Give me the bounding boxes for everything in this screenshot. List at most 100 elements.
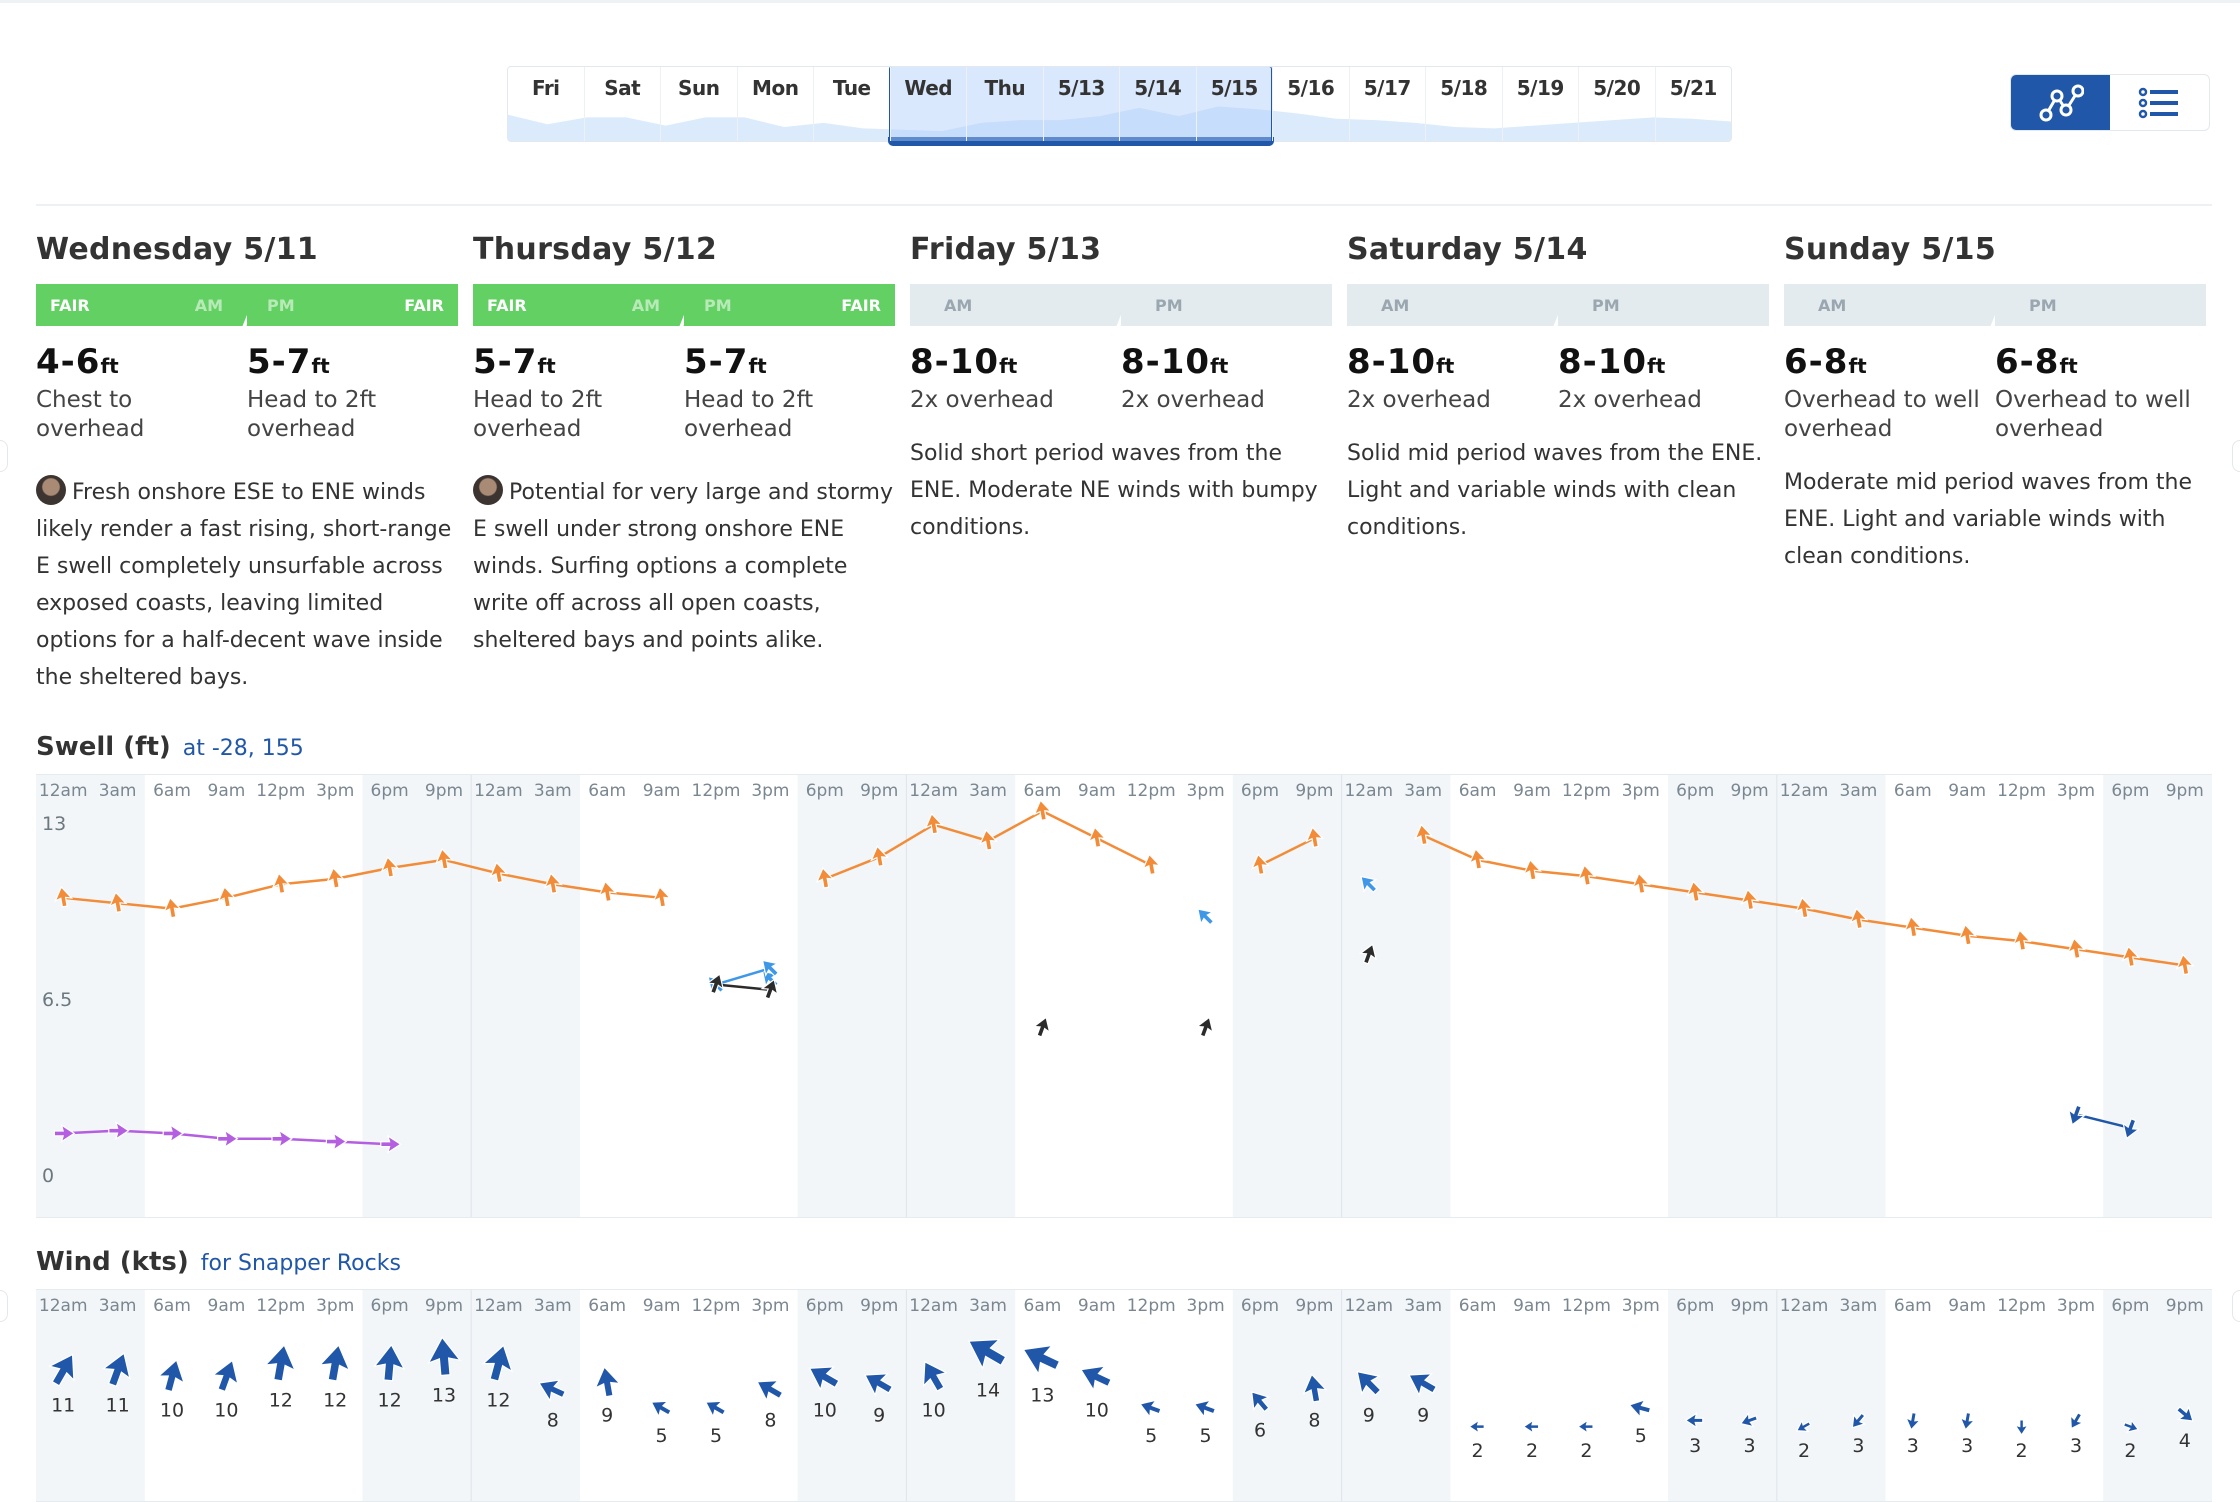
- report-text: Solid mid period waves from the ENE. Lig…: [1347, 441, 1763, 540]
- time-tick-label: 6pm: [371, 781, 409, 801]
- wind-speed-label: 3: [1961, 1435, 1973, 1457]
- time-tick-label: 6am: [588, 781, 626, 801]
- time-tick-label: 12am: [909, 1296, 958, 1316]
- time-tick-label: 6pm: [806, 1296, 844, 1316]
- night-shade: [2103, 1289, 2212, 1502]
- time-tick-label: 9am: [1513, 781, 1551, 801]
- height-unit: ft: [537, 354, 556, 378]
- day-selector[interactable]: Fri Sat Sun Mon Tue Wed Thu 5/13 5/14 5/15 5/16 5/1…: [507, 66, 1732, 142]
- swell-arrow-icon: [1033, 799, 1053, 821]
- am-height: 6-8ft Overhead to well overhead: [1784, 342, 1995, 444]
- night-shade: [1776, 1289, 1886, 1502]
- wind-speed-label: 14: [976, 1379, 1000, 1401]
- time-tick-label: 3am: [534, 781, 572, 801]
- scroll-left-handle[interactable]: [0, 440, 8, 472]
- wind-speed-label: 8: [1308, 1410, 1320, 1432]
- night-shade: [1341, 1289, 1451, 1502]
- scroll-right-handle-2[interactable]: [2232, 1290, 2240, 1322]
- day-tab[interactable]: 5/19: [1503, 67, 1579, 141]
- time-tick-label: 3pm: [2057, 1296, 2095, 1316]
- time-tick-label: 3am: [1404, 781, 1442, 801]
- am-height-range: 4-6: [36, 342, 101, 382]
- wind-speed-label: 10: [922, 1400, 946, 1422]
- wind-speed-label: 2: [1472, 1440, 1484, 1462]
- swell-location-link[interactable]: at -28, 155: [183, 736, 304, 761]
- day-tab[interactable]: 5/14: [1120, 67, 1197, 141]
- forecast-report: Fresh onshore ESE to ENE winds likely re…: [36, 474, 458, 696]
- night-shade: [1232, 774, 1342, 1218]
- pm-height: 8-10ft 2x overhead: [1121, 342, 1332, 415]
- rating-bar: FAIR AM PM FAIR: [36, 282, 458, 328]
- time-tick-label: 3pm: [751, 1296, 789, 1316]
- day-tab[interactable]: 5/13: [1044, 67, 1120, 141]
- wind-arrow-icon: [211, 1359, 239, 1393]
- time-tick-label: 9pm: [2166, 781, 2204, 801]
- day-column: Saturday 5/14 AM PM 8-10ft 2x overhead 8…: [1347, 232, 1769, 546]
- time-tick-label: 9am: [1078, 1296, 1116, 1316]
- wind-speed-label: 2: [1526, 1440, 1538, 1462]
- forecast-report: Solid short period waves from the ENE. M…: [910, 435, 1332, 546]
- time-tick-label: 9am: [208, 1296, 246, 1316]
- day-tab[interactable]: 5/21: [1656, 67, 1732, 141]
- list-view-button[interactable]: [2110, 75, 2209, 130]
- pm-label: PM: [1592, 296, 1620, 315]
- time-tick-label: 9am: [1948, 781, 1986, 801]
- time-tick-label: 6pm: [371, 1296, 409, 1316]
- wind-arrow-icon: [756, 1379, 784, 1403]
- day-tab[interactable]: 5/15: [1197, 67, 1273, 141]
- forecast-report: Solid mid period waves from the ENE. Lig…: [1347, 435, 1769, 546]
- forecast-report: Potential for very large and stormy E sw…: [473, 474, 895, 659]
- day-tab[interactable]: Sat: [585, 67, 661, 141]
- time-tick-label: 9pm: [860, 1296, 898, 1316]
- day-column: Friday 5/13 AM PM 8-10ft 2x overhead 8-1…: [910, 232, 1332, 546]
- wind-arrow-icon: [157, 1359, 186, 1393]
- rating-bar: AM PM: [1347, 282, 1769, 328]
- am-rating: AM: [1784, 284, 1995, 326]
- day-tab[interactable]: Tue: [814, 67, 891, 141]
- time-tick-label: 12pm: [692, 781, 741, 801]
- wind-arrow-icon: [1193, 1399, 1217, 1419]
- swell-arrow-icon: [1468, 847, 1488, 870]
- day-tab[interactable]: 5/20: [1579, 67, 1656, 141]
- time-tick-label: 6pm: [806, 781, 844, 801]
- swell-chart-svg: 12am 3am 6am 9am 12pm 3pm 6pm 9pm 12am 3am 6am 9am 1…: [36, 774, 2212, 1218]
- pm-height-range: 6-8: [1995, 342, 2060, 382]
- time-tick-label: 12am: [474, 781, 523, 801]
- wind-speed-label: 3: [1907, 1435, 1919, 1457]
- am-height-desc: 2x overhead: [910, 387, 1054, 413]
- scroll-left-handle-2[interactable]: [0, 1290, 8, 1322]
- wind-speed-label: 8: [547, 1410, 559, 1432]
- wind-speed-label: 2: [2124, 1440, 2136, 1462]
- am-height-desc: Chest to overhead: [36, 387, 145, 442]
- time-tick-label: 3pm: [751, 781, 789, 801]
- wind-speed-label: 8: [764, 1410, 776, 1432]
- pm-height-range: 8-10: [1558, 342, 1648, 382]
- view-toggle[interactable]: [2010, 74, 2210, 131]
- am-height-range: 5-7: [473, 342, 538, 382]
- time-tick-label: 6pm: [1241, 1296, 1279, 1316]
- wind-speed-label: 13: [432, 1384, 456, 1406]
- wind-arrow-icon: [1577, 1418, 1594, 1435]
- wind-location-link[interactable]: for Snapper Rocks: [201, 1251, 401, 1276]
- am-height: 5-7ft Head to 2ft overhead: [473, 342, 684, 444]
- day-tab[interactable]: Fri: [508, 67, 585, 141]
- day-tab[interactable]: Thu: [967, 67, 1044, 141]
- swell-title: Swell (ft): [36, 732, 171, 762]
- wind-arrow-icon: [594, 1366, 622, 1398]
- day-tab[interactable]: Wed: [891, 67, 967, 141]
- pm-height-desc: Head to 2ft overhead: [684, 387, 814, 442]
- day-tab[interactable]: 5/16: [1273, 67, 1350, 141]
- top-border: [0, 0, 2240, 3]
- day-tab[interactable]: 5/18: [1426, 67, 1503, 141]
- day-tab[interactable]: Mon: [738, 67, 814, 141]
- scroll-right-handle[interactable]: [2232, 440, 2240, 472]
- graph-view-button[interactable]: [2011, 75, 2110, 130]
- time-tick-label: 9pm: [860, 781, 898, 801]
- wind-speed-label: 10: [160, 1400, 184, 1422]
- pm-rating: PM FAIR: [247, 284, 458, 326]
- wind-speed-label: 2: [2016, 1440, 2028, 1462]
- wind-arrow-icon: [318, 1344, 351, 1382]
- day-tab[interactable]: Sun: [661, 67, 738, 141]
- time-tick-label: 3am: [534, 1296, 572, 1316]
- day-tab[interactable]: 5/17: [1350, 67, 1426, 141]
